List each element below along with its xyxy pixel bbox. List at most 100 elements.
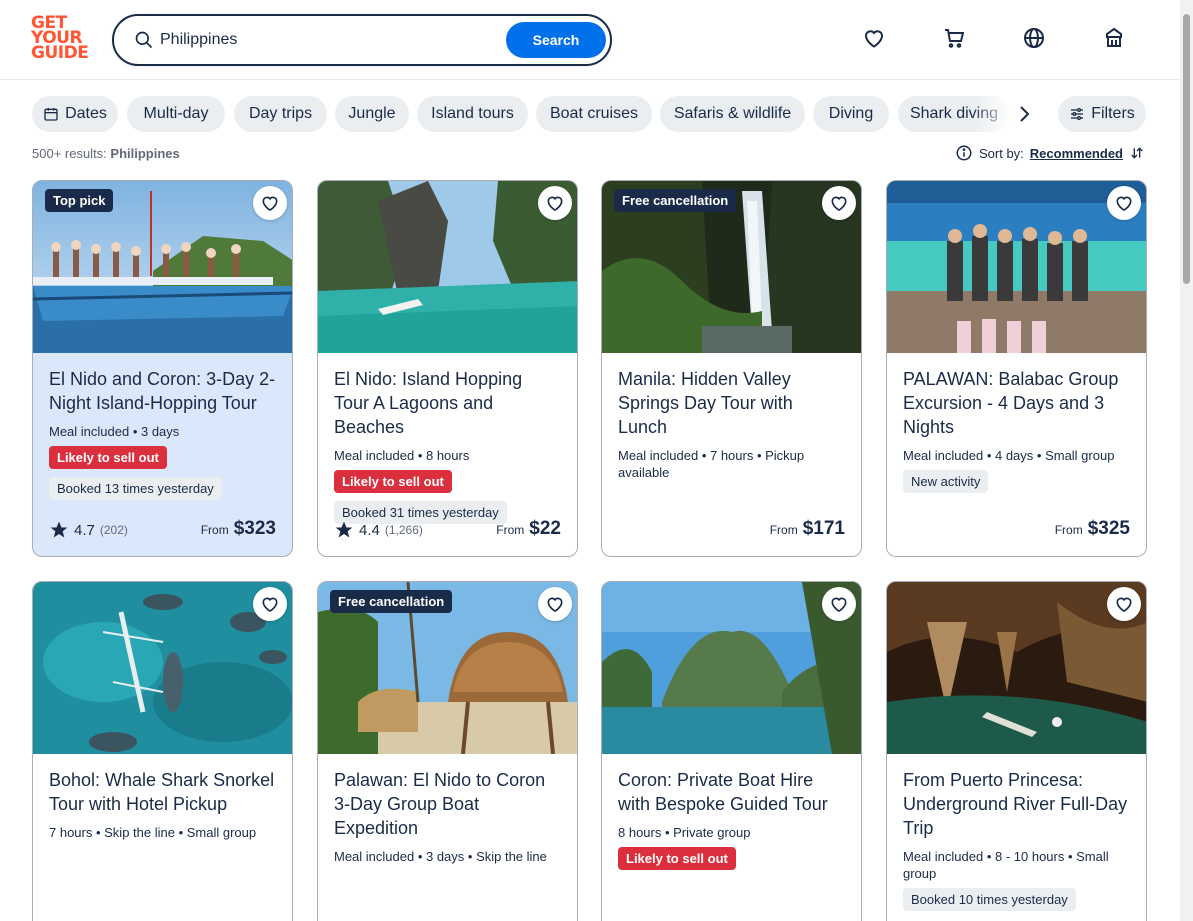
chip-jungle[interactable]: Jungle [335, 96, 409, 132]
chip-island-tours[interactable]: Island tours [417, 96, 528, 132]
activity-title[interactable]: Palawan: El Nido to Coron 3-Day Group Bo… [334, 768, 561, 840]
chip-multi-day[interactable]: Multi-day [127, 96, 225, 132]
activity-meta: Meal included • 4 days • Small group [903, 448, 1115, 463]
chip-boat-cruises[interactable]: Boat cruises [536, 96, 652, 132]
chip-day-trips[interactable]: Day trips [234, 96, 327, 132]
price: From $22 [496, 518, 561, 540]
wishlist-button[interactable] [1107, 186, 1141, 220]
filters-button[interactable]: Filters [1058, 96, 1146, 132]
booked-tag: Booked 10 times yesterday [903, 888, 1076, 911]
chip-label: Safaris & wildlife [673, 105, 792, 122]
activity-meta: Meal included • 3 days • Skip the line [334, 849, 547, 864]
heart-icon[interactable] [862, 26, 886, 50]
activity-card[interactable]: Top pick El Nido and Coron: 3-Day 2-Nigh… [32, 180, 293, 557]
card-body: Bohol: Whale Shark Snorkel Tour with Hot… [33, 754, 292, 841]
activity-card[interactable]: PALAWAN: Balabac Group Excursion - 4 Day… [886, 180, 1147, 557]
activity-title[interactable]: El Nido: Island Hopping Tour A Lagoons a… [334, 367, 561, 439]
activity-title[interactable]: Coron: Private Boat Hire with Bespoke Gu… [618, 768, 845, 816]
card-footer: From $325 [903, 514, 1130, 540]
scrollbar-thumb[interactable] [1183, 14, 1190, 284]
chip-safaris-wildlife[interactable]: Safaris & wildlife [660, 96, 805, 132]
heart-icon [262, 196, 278, 212]
activity-title[interactable]: El Nido and Coron: 3-Day 2-Night Island-… [49, 367, 276, 415]
price-from: From [496, 523, 525, 537]
results-count-text: 500+ results: [32, 146, 107, 161]
wishlist-button[interactable] [538, 186, 572, 220]
activity-title[interactable]: Bohol: Whale Shark Snorkel Tour with Hot… [49, 768, 276, 816]
sort-label: Sort by: [979, 145, 1024, 161]
card-body: Manila: Hidden Valley Springs Day Tour w… [602, 353, 861, 481]
activity-photo [887, 181, 1146, 353]
getyourguide-logo[interactable]: GET YOUR GUIDE [31, 15, 91, 64]
sell-out-tag: Likely to sell out [334, 470, 452, 493]
calendar-icon [44, 108, 58, 121]
activity-card[interactable]: El Nido: Island Hopping Tour A Lagoons a… [317, 180, 578, 557]
results-count: 500+ results: Philippines [32, 146, 180, 161]
price-value: $323 [233, 518, 276, 539]
badge: Top pick [45, 189, 114, 212]
badge: Free cancellation [614, 189, 737, 212]
price-value: $325 [1087, 518, 1130, 539]
activity-title[interactable]: From Puerto Princesa: Underground River … [903, 768, 1130, 840]
heart-icon [1116, 196, 1132, 212]
search-button[interactable]: Search [506, 22, 606, 58]
rating: 4.7 (202) [49, 520, 128, 540]
sell-out-tag: Likely to sell out [618, 847, 736, 870]
activity-meta: 7 hours • Skip the line • Small group [49, 825, 257, 840]
activity-title[interactable]: PALAWAN: Balabac Group Excursion - 4 Day… [903, 367, 1130, 439]
sort-value[interactable]: Recommended [1030, 146, 1123, 161]
activity-card[interactable]: Free cancellation Palawan: El Nido to Co… [317, 581, 578, 921]
activity-title[interactable]: Manila: Hidden Valley Springs Day Tour w… [618, 367, 845, 439]
activity-meta: Meal included • 8 hours [334, 448, 470, 463]
sort-control[interactable]: Sort by: Recommended [955, 144, 1145, 162]
chip-dates[interactable]: Dates [32, 96, 118, 132]
price-from: From [769, 523, 798, 537]
chevron-right-icon[interactable] [1012, 102, 1036, 126]
activity-card[interactable]: From Puerto Princesa: Underground River … [886, 581, 1147, 921]
chip-label: Boat cruises [549, 105, 639, 122]
price-from: From [1054, 523, 1083, 537]
price-value: $171 [802, 518, 845, 539]
card-body: PALAWAN: Balabac Group Excursion - 4 Day… [887, 353, 1146, 501]
globe-icon[interactable] [1022, 26, 1046, 50]
chip-label: Jungle [348, 105, 396, 122]
activity-card[interactable]: Coron: Private Boat Hire with Bespoke Gu… [601, 581, 862, 921]
wishlist-button[interactable] [253, 186, 287, 220]
price: From $325 [1055, 518, 1130, 540]
chip-label: Multi-day [143, 105, 209, 122]
activity-photo: Top pick [33, 181, 292, 353]
card-body: El Nido and Coron: 3-Day 2-Night Island-… [33, 353, 292, 508]
activity-meta: Meal included • 3 days [49, 424, 180, 439]
chip-diving[interactable]: Diving [813, 96, 889, 132]
activity-photo: Free cancellation [318, 582, 577, 754]
card-body: From Puerto Princesa: Underground River … [887, 754, 1146, 919]
rating-count: (1,266) [384, 523, 423, 537]
search-input[interactable] [160, 25, 500, 55]
booked-tag: Booked 13 times yesterday [49, 477, 222, 500]
chip-label: Day trips [248, 105, 313, 122]
star-icon [50, 521, 68, 538]
activity-photo [318, 181, 577, 353]
heart-icon [547, 597, 563, 613]
wishlist-button[interactable] [253, 587, 287, 621]
wishlist-button[interactable] [1107, 587, 1141, 621]
activity-card[interactable]: Free cancellation Manila: Hidden Valley … [601, 180, 862, 557]
cart-icon[interactable] [942, 26, 966, 50]
filter-chips: Dates Multi-day Day trips Jungle Island … [32, 96, 1152, 132]
wishlist-button[interactable] [822, 186, 856, 220]
star-icon [335, 521, 353, 538]
card-footer: 4.7 (202) From $323 [49, 514, 276, 540]
activity-card[interactable]: Bohol: Whale Shark Snorkel Tour with Hot… [32, 581, 293, 921]
activity-photo [887, 582, 1146, 754]
account-icon[interactable] [1102, 26, 1126, 50]
chip-label: Diving [828, 105, 874, 122]
sell-out-tag: Likely to sell out [49, 446, 167, 469]
wishlist-button[interactable] [822, 587, 856, 621]
wishlist-button[interactable] [538, 587, 572, 621]
site-header: GET YOUR GUIDE Search [0, 0, 1180, 80]
price-from: From [200, 523, 229, 537]
card-body: Palawan: El Nido to Coron 3-Day Group Bo… [318, 754, 577, 865]
heart-icon [547, 196, 563, 212]
info-icon[interactable] [955, 144, 973, 162]
page-scrollbar[interactable] [1180, 0, 1193, 921]
